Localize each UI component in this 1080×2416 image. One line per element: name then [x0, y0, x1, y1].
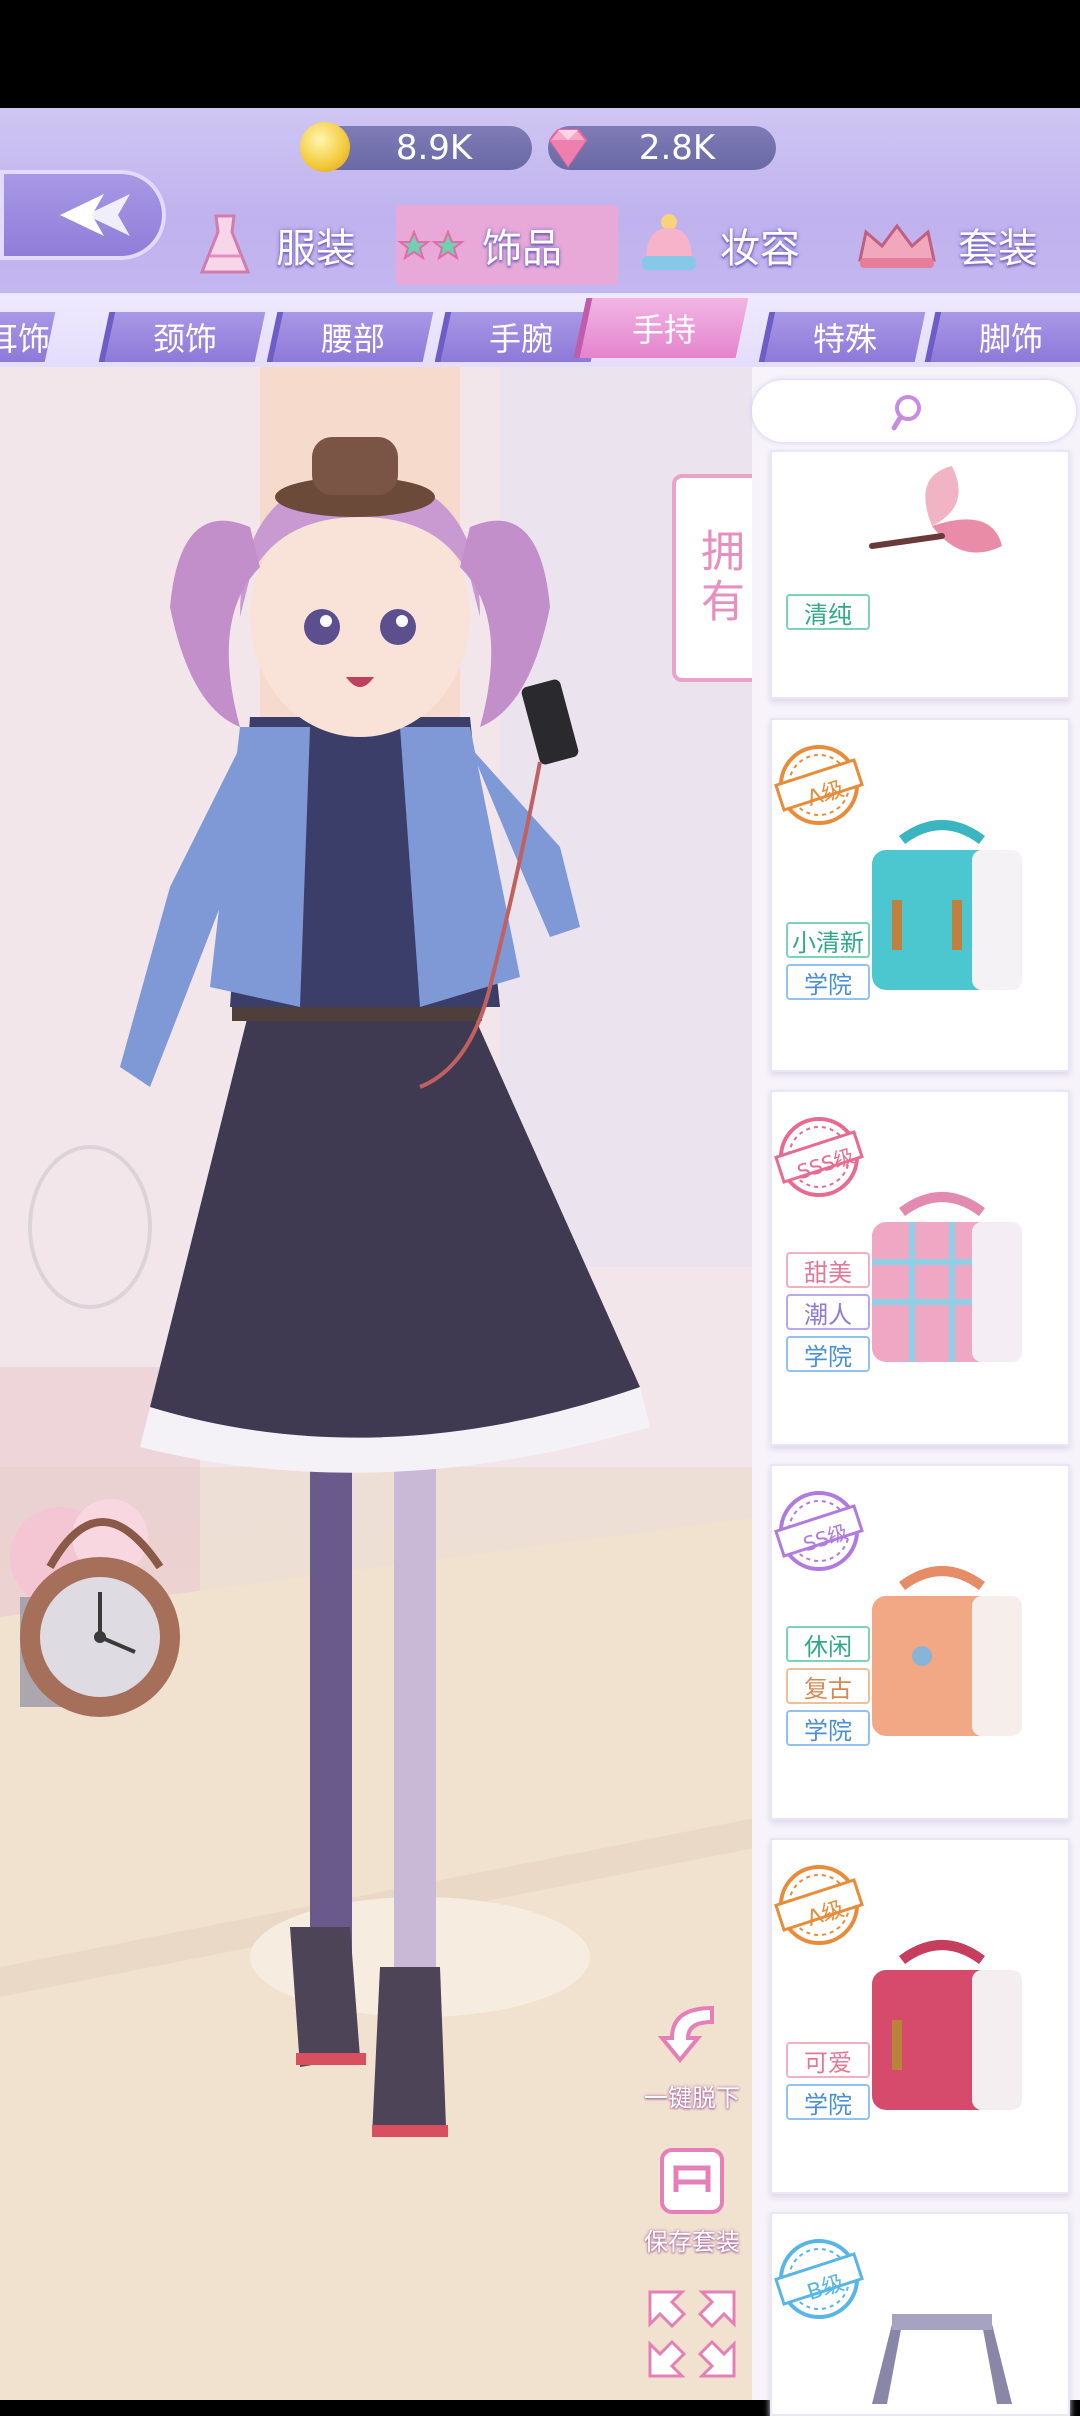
star-glasses-icon — [397, 229, 465, 261]
subtab-label: 脚饰 — [978, 320, 1043, 358]
status-bar — [0, 0, 1080, 108]
save-outfit-button[interactable]: 保存套装 — [636, 2142, 748, 2257]
diamond-amount: 2.8K — [638, 128, 716, 168]
undress-label: 一键脱下 — [644, 2084, 740, 2112]
crown-icon — [858, 223, 936, 268]
hanger-save-icon — [660, 2148, 724, 2214]
item-tag: 学院 — [786, 1336, 870, 1372]
item-card[interactable]: SSS级 甜美 潮人 学院 — [770, 1090, 1070, 1446]
subtab-earrings[interactable]: 耳饰 — [0, 312, 56, 362]
subtab-special[interactable]: 特殊 — [758, 312, 926, 362]
diamond-currency[interactable]: 2.8K — [548, 126, 776, 170]
butterfly-icon — [869, 466, 1002, 553]
fullscreen-expand-icon[interactable] — [644, 2286, 740, 2382]
subtab-handheld[interactable]: 手持 — [573, 298, 749, 358]
dress-icon — [199, 214, 251, 274]
back-button[interactable] — [0, 170, 166, 260]
category-label: 服装 — [276, 226, 356, 272]
backpack-icon — [872, 2314, 1012, 2404]
back-arrow-icon — [60, 194, 130, 236]
gold-coin-icon — [300, 122, 350, 172]
category-makeup[interactable]: 妆容 — [634, 205, 814, 285]
item-card[interactable]: A级 可爱 学院 — [770, 1838, 1070, 2194]
owned-label: 拥有 — [693, 528, 744, 628]
subtab-label: 手持 — [631, 311, 696, 349]
item-tag: 小清新 — [786, 922, 870, 958]
item-tag: 学院 — [786, 1710, 870, 1746]
subtab-waist[interactable]: 腰部 — [266, 312, 434, 362]
pink-diamond-icon — [548, 129, 588, 168]
category-sets[interactable]: 套装 — [852, 205, 1062, 285]
pink-plaid-satchel-icon — [872, 1192, 1022, 1362]
undo-arrow-icon — [657, 2005, 714, 2064]
category-clothing[interactable]: 服装 — [190, 205, 370, 285]
undress-all-button[interactable]: 一键脱下 — [636, 1998, 748, 2113]
item-tag: 休闲 — [786, 1626, 870, 1662]
category-accessories[interactable]: 饰品 — [396, 205, 618, 285]
item-card[interactable]: SS级 休闲 复古 学院 — [770, 1464, 1070, 1820]
subtab-label: 颈饰 — [152, 320, 217, 358]
owned-filter-tab[interactable]: 拥有 — [672, 474, 764, 682]
item-tag: 学院 — [786, 2084, 870, 2120]
gold-amount: 8.9K — [395, 128, 473, 168]
subtab-feet[interactable]: 脚饰 — [924, 312, 1080, 362]
subtab-label: 耳饰 — [0, 320, 51, 358]
subtab-label: 手腕 — [488, 320, 553, 358]
beanie-hat-icon — [642, 214, 696, 270]
item-card[interactable]: 清纯 — [770, 450, 1070, 699]
orange-satchel-icon — [872, 1566, 1022, 1736]
teal-satchel-icon — [872, 820, 1022, 990]
category-label: 饰品 — [482, 226, 562, 272]
category-label: 妆容 — [720, 226, 800, 272]
item-tag: 甜美 — [786, 1252, 870, 1288]
search-input[interactable] — [752, 380, 1076, 442]
category-label: 套装 — [958, 226, 1038, 272]
item-tag: 潮人 — [786, 1294, 870, 1330]
item-card[interactable]: B级 — [770, 2212, 1070, 2416]
item-card[interactable]: A级 小清新 学院 — [770, 718, 1070, 1072]
item-tag: 复古 — [786, 1668, 870, 1704]
red-satchel-icon — [872, 1940, 1022, 2110]
item-tag: 学院 — [786, 964, 870, 1000]
item-tag: 可爱 — [786, 2042, 870, 2078]
save-outfit-label: 保存套装 — [644, 2228, 740, 2256]
subtab-label: 特殊 — [812, 320, 877, 358]
subtab-necklace[interactable]: 颈饰 — [98, 312, 266, 362]
subtab-label: 腰部 — [320, 320, 385, 358]
search-icon — [891, 395, 921, 431]
item-tag: 清纯 — [786, 594, 870, 630]
gold-currency[interactable]: 8.9K — [300, 122, 532, 172]
